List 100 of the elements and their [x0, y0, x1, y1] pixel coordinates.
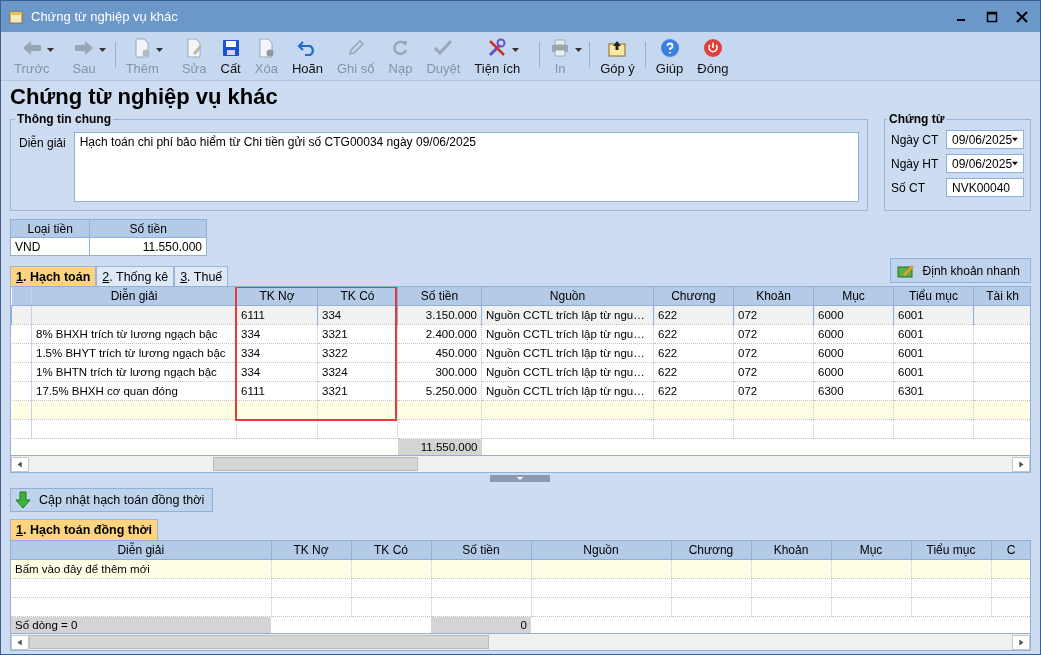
- table-cell: 072: [733, 381, 814, 401]
- table-cell: 072: [733, 343, 814, 363]
- column-header[interactable]: Mục: [813, 287, 894, 306]
- table-cell: 300.000: [397, 362, 482, 382]
- table-cell: 8% BHXH trích từ lương ngạch bậc: [31, 324, 237, 344]
- column-header[interactable]: Số tiền: [431, 541, 531, 560]
- date-field[interactable]: 09/06/2025: [946, 154, 1024, 173]
- scroll-left-icon[interactable]: [11, 634, 29, 650]
- help-icon: [659, 38, 680, 58]
- table-cell: 1% BHTN trích từ lương ngạch bậc: [31, 362, 237, 382]
- toolbar-button[interactable]: Tiện ích: [467, 38, 537, 76]
- column-header[interactable]: C: [991, 541, 1030, 560]
- app-icon: [9, 9, 23, 24]
- toolbar-button[interactable]: Đóng: [690, 38, 736, 76]
- toolbar-button[interactable]: Giúp: [648, 38, 691, 76]
- page-heading: Chứng từ nghiệp vụ khác: [10, 84, 279, 110]
- column-header[interactable]: Chương: [671, 541, 751, 560]
- tab[interactable]: 2. Thống kê: [96, 266, 175, 286]
- down-arrow-icon: [15, 491, 31, 509]
- card-pencil-icon: [896, 263, 915, 278]
- close-icon[interactable]: [1016, 10, 1028, 23]
- splitter-handle-icon[interactable]: [489, 475, 550, 482]
- left-arrow-icon: [21, 39, 42, 57]
- table-cell: 3322: [317, 343, 398, 363]
- table-cell: 6000: [813, 343, 894, 363]
- window-title: Chứng từ nghiệp vụ khác: [31, 9, 179, 24]
- column-header[interactable]: Tài kh: [973, 287, 1030, 306]
- checkmark-icon: [433, 39, 454, 57]
- column-header[interactable]: Mục: [831, 541, 911, 560]
- column-header: Số tiền: [89, 219, 207, 238]
- table-cell: 3321: [317, 381, 398, 401]
- table-cell: 450.000: [397, 343, 482, 363]
- column-header[interactable]: Diễn giải: [31, 287, 237, 306]
- right-arrow-icon: [74, 39, 95, 57]
- column-header[interactable]: Khoản: [733, 287, 814, 306]
- table-cell: 334: [236, 324, 318, 344]
- description-field[interactable]: Hạch toán chi phí bảo hiểm từ Chi tiền gửi số CTG00034 ngày 09/06/2025: [73, 132, 859, 202]
- table-cell: 072: [733, 324, 814, 344]
- column-header[interactable]: Tiểu mục: [911, 541, 991, 560]
- dropdown-arrow-icon[interactable]: [1012, 161, 1018, 166]
- field-label: Ngày CT: [891, 132, 939, 147]
- column-header[interactable]: Nguồn: [481, 287, 654, 306]
- table-cell: 072: [733, 362, 814, 382]
- table-cell: 2.400.000: [397, 324, 482, 344]
- table-cell: 6001: [893, 324, 974, 344]
- envelope-up-arrow-icon: [607, 39, 628, 57]
- toolbar-button[interactable]: Cất: [213, 38, 248, 76]
- printer-icon: [550, 39, 571, 57]
- table-cell: 6001: [893, 343, 974, 363]
- table-cell: 334: [236, 362, 318, 382]
- table-cell: Nguồn CCTL trích lập từ ngu…: [481, 343, 654, 363]
- field-label: Diễn giải: [19, 134, 66, 152]
- maximize-icon[interactable]: [986, 10, 998, 23]
- tab[interactable]: 3. Thuế: [174, 266, 229, 286]
- dropdown-arrow-icon[interactable]: [1012, 137, 1018, 142]
- tab[interactable]: 1. Hạch toán: [10, 266, 97, 286]
- refresh-icon: [391, 39, 410, 57]
- column-header[interactable]: Chương: [653, 287, 734, 306]
- horizontal-scrollbar[interactable]: [11, 455, 1030, 472]
- table-cell: 17.5% BHXH cơ quan đóng: [31, 381, 237, 401]
- table-row[interactable]: 1% BHTN trích từ lương ngạch bậc 334 3324 300.000 Nguồn CCTL trích lập từ ngu… 622 072 6000 6001: [11, 362, 1030, 382]
- pencil-icon: [346, 39, 365, 57]
- table-cell: 11.550.000: [89, 237, 207, 256]
- table-row[interactable]: 1.5% BHYT trích từ lương ngạch bậc 334 3322 450.000 Nguồn CCTL trích lập từ ngu… 622 072 6000 6001: [11, 343, 1030, 363]
- table-cell: 334: [236, 343, 318, 363]
- table-cell: 3324: [317, 362, 398, 382]
- column-header[interactable]: Tiểu mục: [893, 287, 974, 306]
- date-field[interactable]: 09/06/2025: [946, 130, 1024, 149]
- column-header[interactable]: TK Có: [351, 541, 431, 560]
- text-field[interactable]: NVK00040: [946, 178, 1024, 197]
- table-cell: 622: [653, 324, 734, 344]
- table-row[interactable]: 8% BHXH trích từ lương ngạch bậc 334 3321 2.400.000 Nguồn CCTL trích lập từ ngu… 622 072 6000 6001: [11, 324, 1030, 344]
- quick-entry-button[interactable]: Định khoản nhanh: [889, 258, 1031, 283]
- column-header[interactable]: TK Nợ: [271, 541, 351, 560]
- table-cell: 1.5% BHYT trích từ lương ngạch bậc: [31, 343, 237, 363]
- table-cell: Nguồn CCTL trích lập từ ngu…: [481, 324, 654, 344]
- column-header[interactable]: Số tiền: [397, 287, 482, 306]
- field-label: Số CT: [891, 180, 925, 195]
- table-row[interactable]: 17.5% BHXH cơ quan đóng 6111 3321 5.250.000 Nguồn CCTL trích lập từ ngu… 622 072 6300 6301: [11, 381, 1030, 401]
- tab[interactable]: 1. Hạch toán đồng thời: [10, 519, 158, 540]
- table-cell: Nguồn CCTL trích lập từ ngu…: [481, 362, 654, 382]
- table-cell: 3321: [317, 324, 398, 344]
- document-x-icon: [257, 38, 276, 58]
- scroll-right-icon[interactable]: [1012, 456, 1030, 472]
- column-header[interactable]: Khoản: [751, 541, 831, 560]
- scroll-right-icon[interactable]: [1012, 634, 1030, 650]
- scroll-left-icon[interactable]: [11, 456, 29, 472]
- toolbar-button[interactable]: Góp ý: [593, 38, 642, 76]
- group-title: Thông tin chung: [16, 112, 112, 126]
- table-cell: 6301: [893, 381, 974, 401]
- document-plus-icon: [133, 38, 152, 58]
- horizontal-scrollbar[interactable]: [11, 633, 1030, 650]
- table-cell: Nguồn CCTL trích lập từ ngu…: [481, 381, 654, 401]
- table-cell: VND: [10, 237, 90, 256]
- column-header[interactable]: Diễn giải: [11, 541, 271, 560]
- update-button[interactable]: Cập nhật hạch toán đồng thời: [10, 488, 214, 512]
- toolbar-button[interactable]: Hoãn: [284, 38, 330, 76]
- caret-icon[interactable]: [512, 48, 520, 52]
- column-header[interactable]: Nguồn: [531, 541, 671, 560]
- wrench-screwdriver-icon: [487, 38, 508, 58]
